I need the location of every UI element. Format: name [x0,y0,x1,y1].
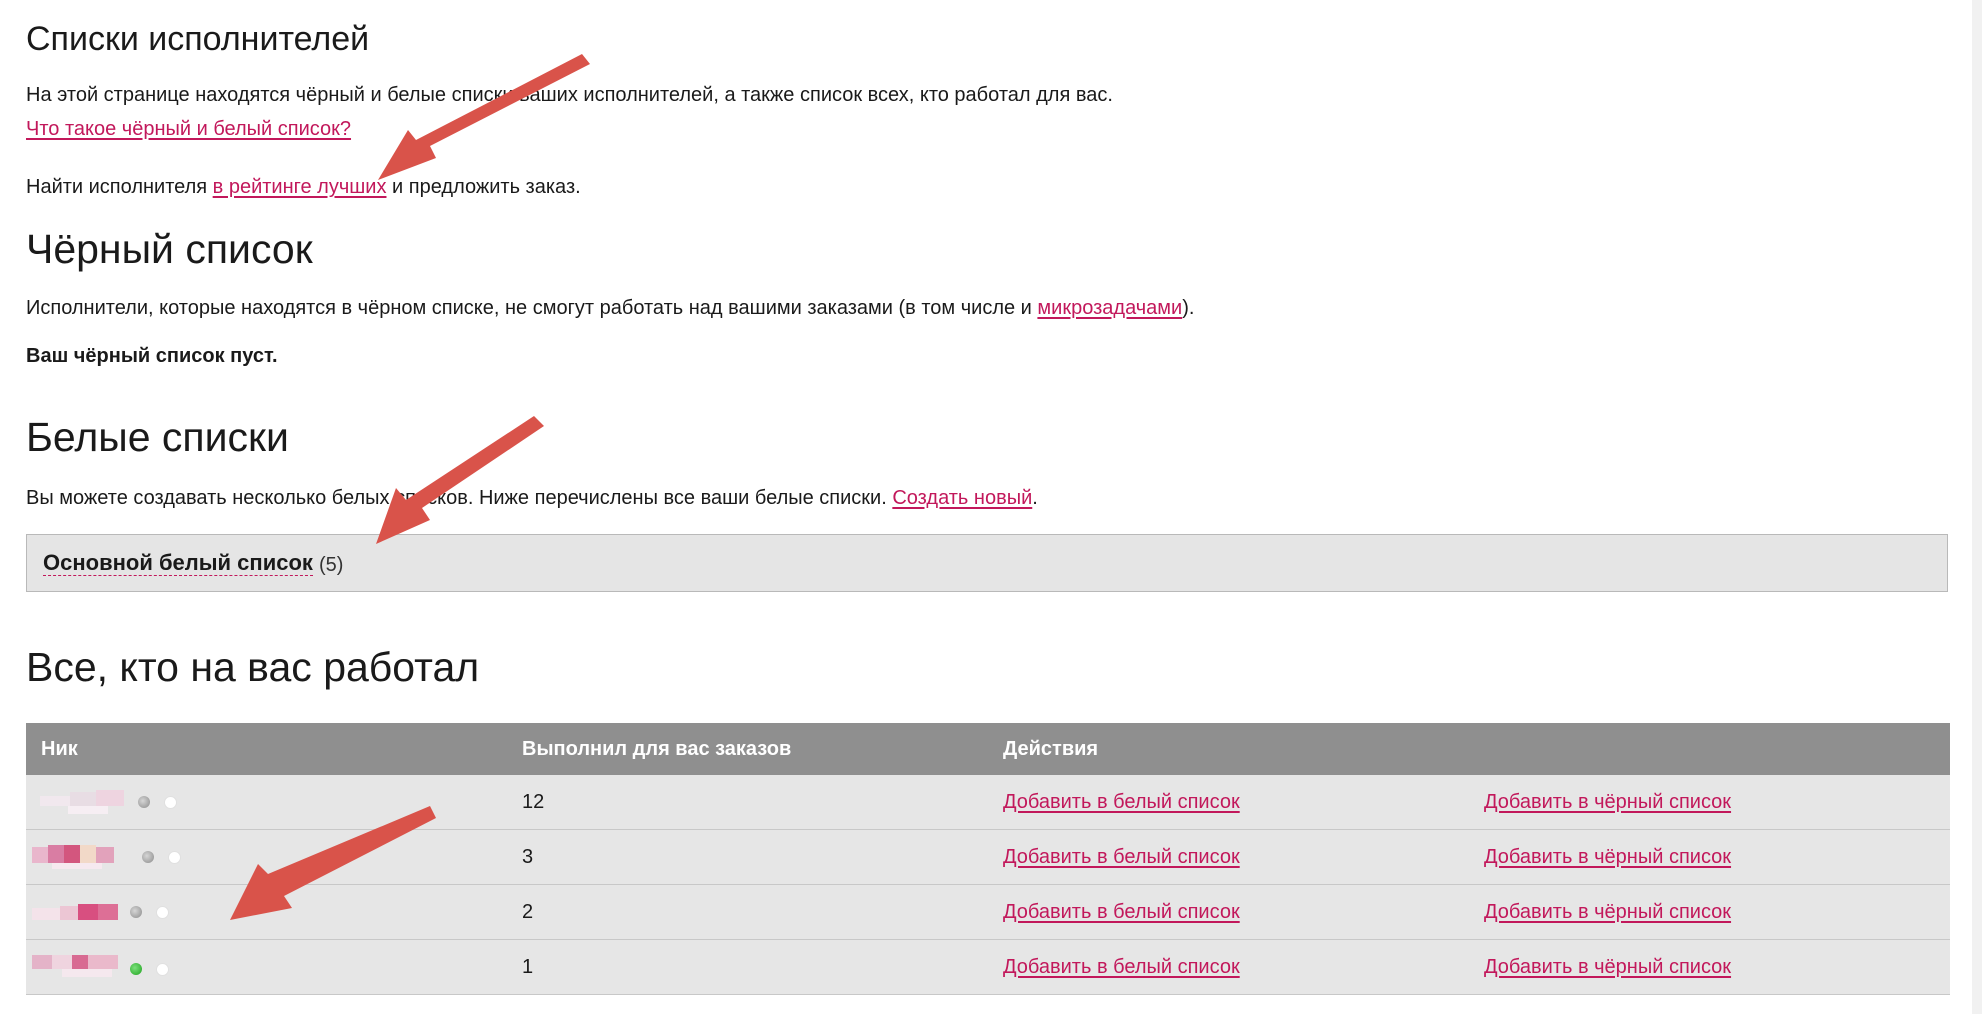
table-row: 2 Добавить в белый список Добавить в чёр… [26,885,1950,940]
create-suffix: . [1032,487,1038,509]
blacklist-empty-text: Ваш чёрный список пуст. [26,345,278,367]
blacklist-desc-prefix: Исполнители, которые находятся в чёрном … [26,297,1038,319]
find-prefix: Найти исполнителя [26,176,213,198]
find-suffix: и предложить заказ. [386,176,581,198]
add-to-whitelist-link[interactable]: Добавить в белый список [1003,901,1240,924]
annotation-arrow-whitelist [376,416,544,544]
scrollbar-track[interactable] [1972,0,1982,1014]
annotation-arrow-rating [378,54,590,180]
workers-table: Ник Выполнил для вас заказов Действия 12… [26,723,1950,995]
main-whitelist-name[interactable]: Основной белый список [43,552,313,576]
add-to-blacklist-link[interactable]: Добавить в чёрный список [1484,956,1731,979]
blacklist-desc-suffix: ). [1182,297,1195,319]
orders-count: 12 [522,791,545,813]
main-whitelist-count: (5) [319,554,344,576]
table-row: 1 Добавить в белый список Добавить в чёр… [26,940,1950,995]
add-to-blacklist-link[interactable]: Добавить в чёрный список [1484,791,1731,814]
worker-nick-blurred[interactable] [32,841,142,871]
find-worker-text: Найти исполнителя в рейтинге лучших и пр… [26,176,581,199]
orders-count: 1 [522,956,534,978]
whitelists-heading: Белые списки [26,414,289,460]
whitelists-description: Вы можете создавать несколько белых спис… [26,487,1038,510]
what-is-list-link[interactable]: Что такое чёрный и белый список? [26,118,351,140]
status-offline-icon [138,796,150,808]
status-online-icon [130,963,142,975]
intro-text: На этой странице находятся чёрный и белы… [26,84,1113,106]
worker-nick-blurred[interactable] [32,786,142,816]
status-empty-icon [156,906,169,919]
workers-heading: Все, кто на вас работал [26,644,480,690]
main-whitelist-panel[interactable]: Основной белый список (5) [26,534,1948,592]
column-orders: Выполнил для вас заказов [522,738,792,760]
status-offline-icon [130,906,142,918]
status-empty-icon [156,963,169,976]
status-empty-icon [168,851,181,864]
status-empty-icon [164,796,177,809]
orders-count: 3 [522,846,534,868]
worker-nick-blurred[interactable] [32,951,142,981]
blacklist-description: Исполнители, которые находятся в чёрном … [26,297,1194,320]
whitelists-desc: Вы можете создавать несколько белых спис… [26,487,893,509]
page-title: Списки исполнителей [26,20,370,58]
add-to-whitelist-link[interactable]: Добавить в белый список [1003,791,1240,814]
page-scrollbar[interactable] [1970,0,1984,1014]
add-to-blacklist-link[interactable]: Добавить в чёрный список [1484,901,1731,924]
column-actions: Действия [1003,738,1099,760]
table-header: Ник Выполнил для вас заказов Действия [26,723,1950,775]
add-to-whitelist-link[interactable]: Добавить в белый список [1003,956,1240,979]
add-to-whitelist-link[interactable]: Добавить в белый список [1003,846,1240,869]
status-offline-icon [142,851,154,863]
worker-nick-blurred[interactable] [32,896,142,926]
create-whitelist-link[interactable]: Создать новый [892,487,1032,509]
add-to-blacklist-link[interactable]: Добавить в чёрный список [1484,846,1731,869]
page: Списки исполнителей На этой странице нах… [0,0,1984,1014]
column-nick: Ник [41,738,78,760]
table-row: 12 Добавить в белый список Добавить в чё… [26,775,1950,830]
table-row: 3 Добавить в белый список Добавить в чёр… [26,830,1950,885]
rating-link[interactable]: в рейтинге лучших [213,176,387,198]
blacklist-heading: Чёрный список [26,226,313,272]
intro-link-line: Что такое чёрный и белый список? [26,118,351,141]
microtasks-link[interactable]: микрозадачами [1037,297,1182,319]
orders-count: 2 [522,901,534,923]
